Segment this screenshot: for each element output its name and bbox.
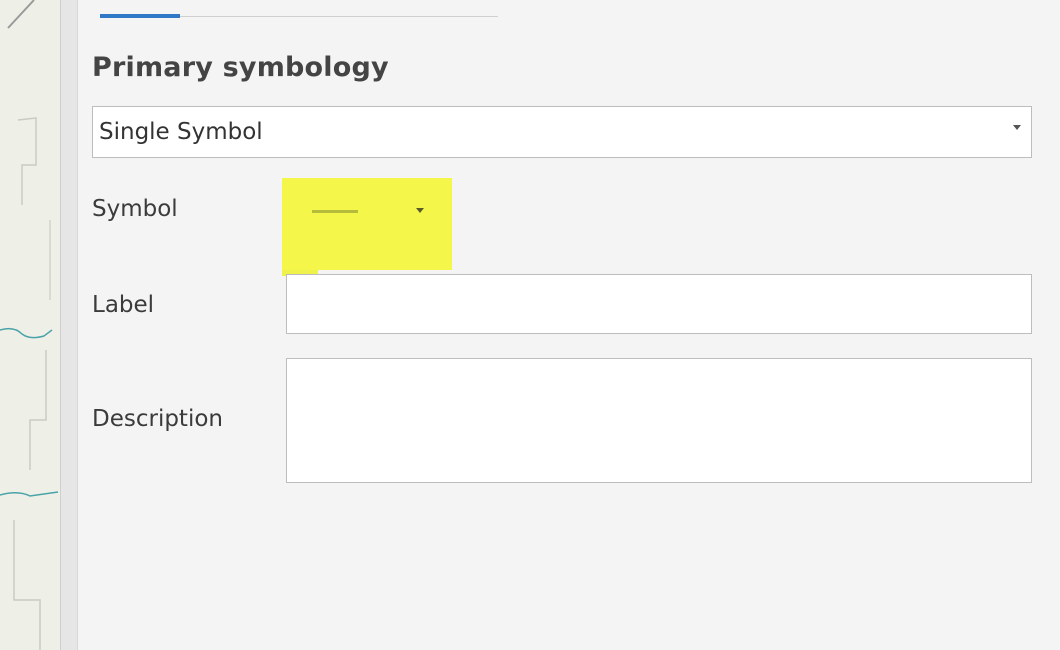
tab-primary-symbology-indicator[interactable] (100, 14, 180, 18)
chevron-down-icon (1013, 125, 1021, 130)
symbology-type-dropdown[interactable]: Single Symbol (92, 106, 1032, 158)
description-field-label: Description (92, 406, 223, 432)
map-view-strip[interactable] (0, 0, 62, 650)
symbol-picker-button[interactable] (282, 178, 452, 276)
description-textarea[interactable] (286, 358, 1032, 483)
label-input[interactable] (286, 274, 1032, 334)
panel-splitter[interactable] (60, 0, 78, 650)
symbology-type-value: Single Symbol (99, 119, 263, 145)
chevron-down-icon (416, 208, 424, 213)
symbology-pane: Primary symbology Single Symbol Symbol L… (78, 0, 1060, 650)
symbol-label: Symbol (92, 196, 178, 222)
line-symbol-swatch (312, 210, 358, 213)
label-field-label: Label (92, 292, 155, 318)
map-lines (0, 0, 59, 650)
section-title: Primary symbology (92, 52, 389, 83)
